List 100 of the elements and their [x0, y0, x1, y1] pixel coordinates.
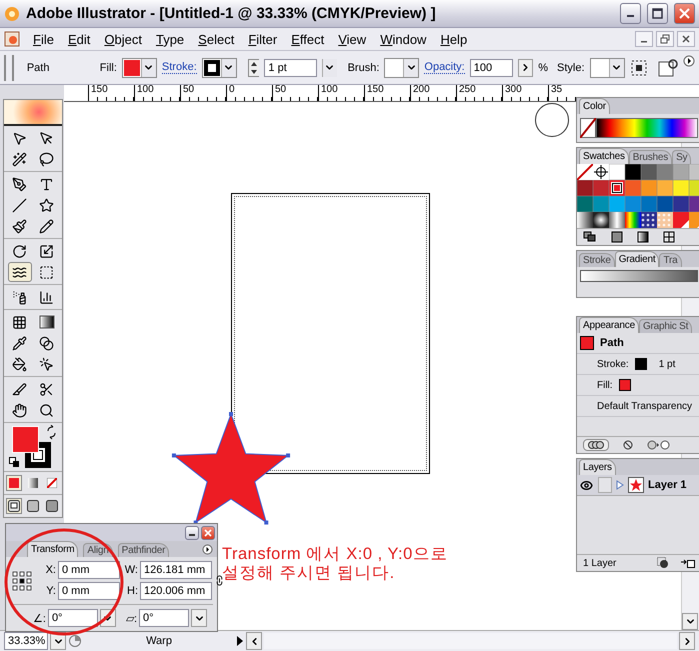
color-swatch[interactable] [577, 212, 593, 228]
color-swatch[interactable] [641, 164, 657, 180]
document-close-button[interactable] [677, 31, 695, 47]
toolbar-grip[interactable] [4, 54, 14, 80]
gradient-bar[interactable] [580, 270, 698, 282]
none-swatch-icon[interactable] [580, 118, 596, 138]
color-swatch[interactable] [625, 212, 641, 228]
color-swatch[interactable] [641, 196, 657, 212]
scroll-right-button[interactable] [679, 632, 695, 650]
layer-name[interactable]: Layer 1 [648, 479, 687, 491]
stroke-weight-field[interactable]: 1 pt [264, 58, 317, 76]
close-button[interactable] [674, 3, 695, 24]
color-swatch[interactable] [625, 196, 641, 212]
menu-item[interactable]: File [26, 32, 61, 46]
pattern-square-icon[interactable] [663, 231, 675, 243]
circles-arrow-icon[interactable] [647, 440, 671, 450]
panel-tab[interactable]: Transform [27, 541, 78, 557]
color-swatch[interactable] [657, 180, 673, 196]
fill-color-dropdown[interactable] [122, 58, 157, 78]
minimize-button[interactable] [620, 3, 641, 24]
panel-tab[interactable]: Gradient [614, 251, 660, 267]
opacity-link[interactable]: Opacity: [424, 61, 465, 74]
menu-item[interactable]: Filter [241, 32, 284, 46]
fill-stroke-drawing[interactable] [8, 425, 58, 469]
color-swatch[interactable] [609, 196, 625, 212]
menu-item[interactable]: Help [433, 32, 474, 46]
panel-tab[interactable]: Tra [659, 253, 682, 267]
color-mode-button[interactable] [6, 475, 22, 491]
palette-minimize-button[interactable] [185, 526, 199, 540]
value-field[interactable]: 0 mm [58, 582, 120, 600]
play-triangle-icon[interactable] [236, 636, 244, 646]
menu-screen-mode-button[interactable] [25, 498, 41, 514]
panel-tab[interactable]: Swatches [579, 148, 629, 164]
stroke-color-dropdown[interactable] [202, 58, 237, 78]
style-dropdown[interactable] [590, 58, 625, 78]
color-chip[interactable] [634, 358, 647, 370]
color-swatch[interactable] [641, 180, 657, 196]
gradient-mode-button[interactable] [25, 475, 41, 491]
lock-toggle[interactable] [598, 477, 612, 493]
clipping-mask-icon[interactable] [657, 557, 669, 569]
new-layer-icon[interactable] [681, 557, 695, 569]
document-minimize-button[interactable] [635, 31, 653, 47]
warp-tool-button[interactable] [8, 262, 32, 282]
color-swatch[interactable] [609, 212, 625, 228]
menu-item[interactable]: Window [373, 32, 434, 46]
color-swatch[interactable] [593, 212, 609, 228]
document-magnifier-icon[interactable] [657, 58, 678, 78]
toggle-circles-icon[interactable] [583, 439, 609, 451]
color-swatch[interactable] [673, 164, 689, 180]
dashed-selection-icon[interactable] [630, 58, 647, 76]
panel-tab[interactable]: Brushes [628, 150, 672, 164]
panel-tab[interactable]: Color [579, 98, 610, 114]
rotate-field[interactable]: 0° [48, 609, 98, 627]
eye-icon[interactable] [580, 478, 593, 492]
color-swatch[interactable] [577, 164, 593, 180]
menu-item[interactable]: View [331, 32, 374, 46]
color-swatch[interactable] [577, 196, 593, 212]
color-swatch[interactable] [625, 164, 641, 180]
color-swatch[interactable] [673, 212, 689, 228]
color-swatch[interactable] [609, 164, 625, 180]
menu-item[interactable]: Edit [60, 32, 98, 46]
panel-tab[interactable]: Stroke [579, 253, 615, 267]
menu-item[interactable]: Select [191, 32, 242, 46]
menu-item[interactable]: Effect [284, 32, 332, 46]
color-swatch[interactable] [609, 180, 625, 196]
panel-menu-icon[interactable] [683, 55, 696, 67]
standard-screen-mode-button[interactable] [6, 498, 22, 514]
expand-triangle-icon[interactable] [616, 480, 624, 490]
menu-item[interactable]: Object [97, 32, 149, 46]
zoom-field[interactable]: 33.33% [4, 632, 48, 650]
stroke-link[interactable]: Stroke: [162, 61, 197, 74]
panel-tab[interactable]: Sy [672, 150, 692, 164]
color-swatch[interactable] [641, 212, 657, 228]
color-swatch[interactable] [673, 180, 689, 196]
shear-field[interactable]: 0° [139, 609, 189, 627]
swatch-library-icon[interactable] [583, 231, 597, 243]
panel-tab[interactable]: Graphic St [638, 319, 692, 333]
value-field[interactable]: 0 mm [58, 561, 120, 579]
color-swatch[interactable] [657, 212, 673, 228]
panel-menu-icon[interactable] [202, 544, 213, 555]
value-field[interactable]: 126.181 mm [140, 561, 212, 579]
color-swatch[interactable] [673, 196, 689, 212]
panel-tab[interactable]: Appearance [579, 317, 639, 333]
none-mode-button[interactable] [44, 475, 60, 491]
full-screen-mode-button[interactable] [44, 498, 60, 514]
reference-point-icon[interactable] [12, 570, 32, 590]
color-swatch[interactable] [625, 180, 641, 196]
color-chip[interactable] [618, 379, 631, 391]
shear-dropdown-button[interactable] [191, 609, 207, 627]
gradient-square-icon[interactable] [637, 231, 649, 243]
panel-tab[interactable]: Layers [579, 459, 616, 475]
color-swatch[interactable] [593, 180, 609, 196]
clear-circle-icon[interactable] [623, 440, 633, 450]
stepper-arrows-icon[interactable] [248, 58, 260, 76]
menu-item[interactable]: Type [148, 32, 192, 46]
color-swatch[interactable] [593, 164, 609, 180]
color-swatch[interactable] [577, 180, 593, 196]
color-swatch[interactable] [657, 196, 673, 212]
panel-tab[interactable]: Pathfinder [118, 543, 170, 557]
document-restore-button[interactable] [656, 31, 674, 47]
